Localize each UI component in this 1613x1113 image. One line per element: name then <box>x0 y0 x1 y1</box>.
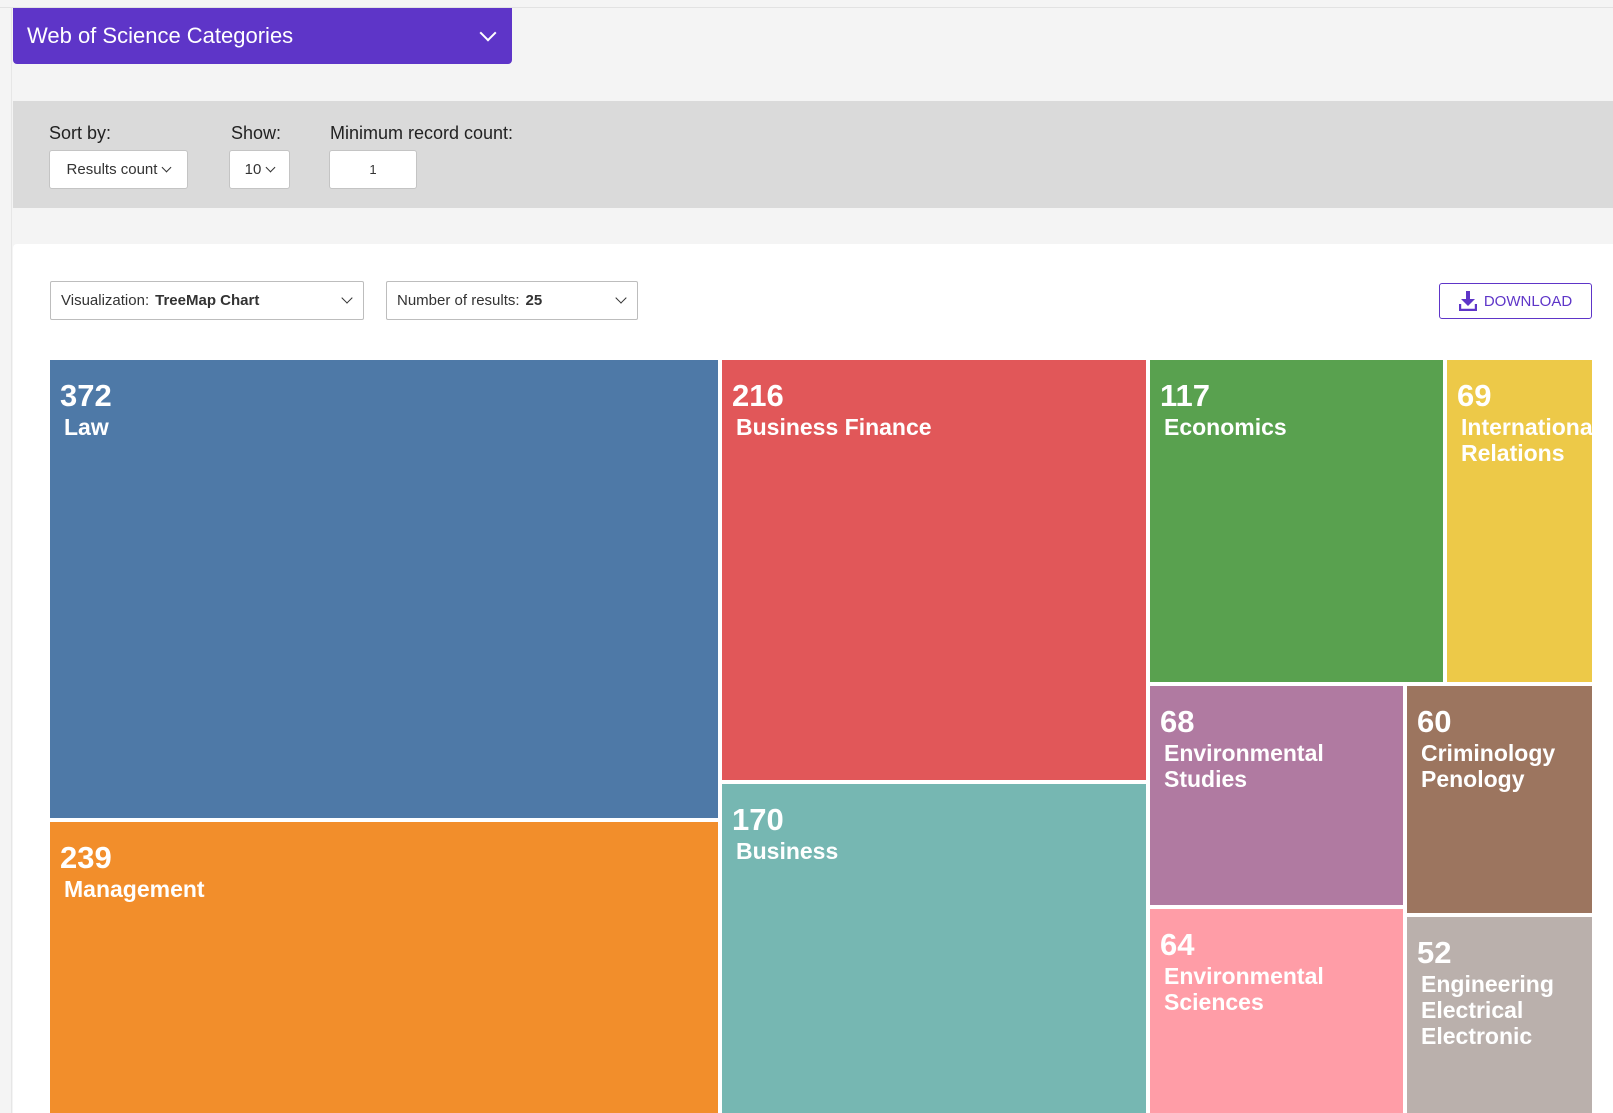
tile-value: 170 <box>732 802 784 837</box>
min-count-label: Minimum record count: <box>330 123 514 143</box>
category-dropdown-header[interactable]: Web of Science Categories <box>13 8 512 64</box>
tile-label: Engineering Electrical Electronic <box>1421 971 1554 1049</box>
tile-label: Environmental Sciences <box>1164 963 1324 1015</box>
tile-value: 60 <box>1417 704 1452 739</box>
treemap-tile[interactable]: 239 Management <box>50 822 718 1113</box>
chevron-down-icon <box>341 292 353 304</box>
tile-label: Law <box>64 414 109 440</box>
tile-value: 216 <box>732 378 784 413</box>
treemap-tile[interactable]: 69 Internationa Relations <box>1447 360 1592 682</box>
show-value: 10 <box>244 161 262 178</box>
treemap-tile[interactable]: 60 Criminology Penology <box>1407 686 1592 913</box>
tile-value: 239 <box>60 840 112 875</box>
treemap-chart: 372 Law 239 Management 216 Business Finance 17… <box>50 360 1592 1113</box>
tile-value: 64 <box>1160 927 1195 962</box>
treemap-tile[interactable]: 372 Law <box>50 360 718 818</box>
sort-label: Sort by: <box>49 123 112 143</box>
chevron-down-icon <box>479 24 497 42</box>
sort-select[interactable]: Results count <box>49 150 188 189</box>
tile-label: Management <box>64 876 205 902</box>
filter-bar: Sort by: Results count Show: 10 Minimum … <box>13 101 1613 208</box>
tile-value: 68 <box>1160 704 1195 739</box>
tile-label: Environmental Studies <box>1164 740 1324 792</box>
treemap-tile[interactable]: 68 Environmental Studies <box>1150 686 1403 905</box>
visualization-label: Visualization: <box>61 292 150 309</box>
download-icon <box>1458 291 1477 311</box>
treemap-tile[interactable]: 170 Business <box>722 784 1146 1113</box>
category-title: Web of Science Categories <box>27 23 294 48</box>
tile-label: Business Finance <box>736 414 932 440</box>
tile-value: 117 <box>1160 378 1211 413</box>
min-count-value: 1 <box>369 162 377 177</box>
show-label: Show: <box>231 123 282 143</box>
tile-label: Internationa Relations <box>1461 414 1592 466</box>
chevron-down-icon <box>615 292 627 304</box>
min-count-input[interactable]: 1 <box>329 150 417 189</box>
visualization-value: TreeMap Chart <box>155 292 260 309</box>
tile-label: Economics <box>1164 414 1287 440</box>
tile-value: 372 <box>60 378 112 413</box>
chevron-down-icon <box>161 162 172 173</box>
number-of-results-value: 25 <box>525 292 543 309</box>
left-divider <box>11 7 12 1113</box>
tile-value: 52 <box>1417 935 1452 970</box>
tile-value: 69 <box>1457 378 1492 413</box>
visualization-select[interactable]: Visualization: TreeMap Chart <box>50 281 364 320</box>
results-card: Visualization: TreeMap Chart Number of r… <box>13 244 1613 1113</box>
treemap-tile[interactable]: 216 Business Finance <box>722 360 1146 780</box>
sort-value: Results count <box>66 161 158 178</box>
treemap-tile[interactable]: 64 Environmental Sciences <box>1150 909 1403 1113</box>
tile-label: Business <box>736 838 839 864</box>
show-select[interactable]: 10 <box>229 150 290 189</box>
number-of-results-label: Number of results: <box>397 292 520 309</box>
chevron-down-icon <box>265 162 276 173</box>
download-button[interactable]: DOWNLOAD <box>1439 283 1592 319</box>
download-label: DOWNLOAD <box>1483 292 1573 310</box>
treemap-tile[interactable]: 52 Engineering Electrical Electronic <box>1407 917 1592 1113</box>
treemap-tile[interactable]: 117 Economics <box>1150 360 1443 682</box>
number-of-results-select[interactable]: Number of results: 25 <box>386 281 638 320</box>
tile-label: Criminology Penology <box>1421 740 1556 792</box>
